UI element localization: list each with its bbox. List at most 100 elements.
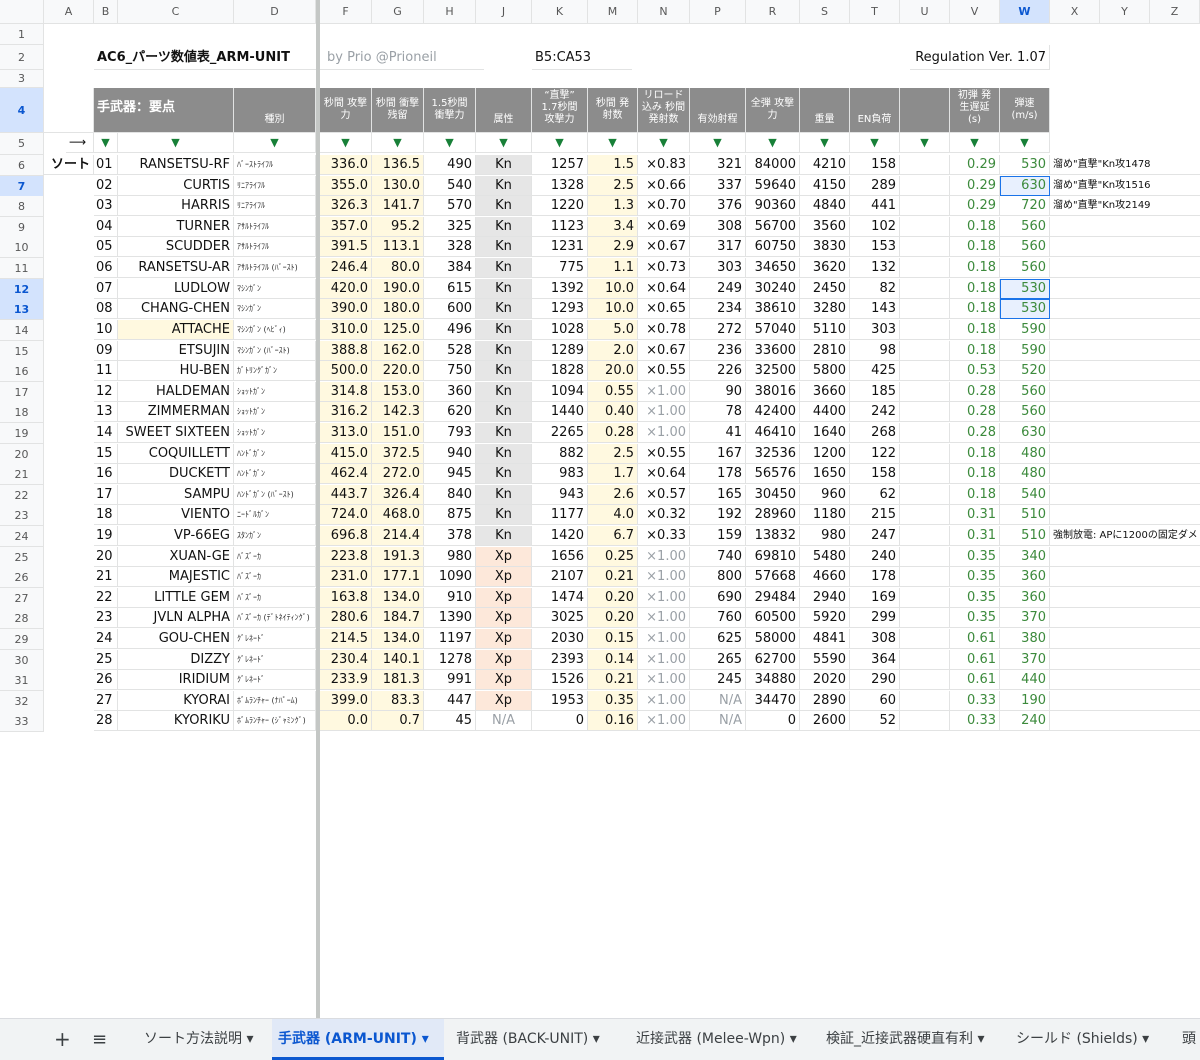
cell-u[interactable] (900, 608, 950, 628)
filter-g-icon[interactable]: ▼ (372, 133, 424, 153)
row-number[interactable]: 5 (0, 133, 44, 155)
cell-u[interactable] (900, 299, 950, 319)
row-number[interactable]: 4 (0, 88, 44, 133)
row-number[interactable]: 11 (0, 258, 44, 279)
row-number[interactable]: 6 (0, 155, 44, 176)
column-header-n[interactable]: N (638, 0, 690, 24)
row-number[interactable]: 21 (0, 464, 44, 485)
row-number[interactable]: 7 (0, 176, 44, 197)
add-sheet-button[interactable]: + (48, 1019, 77, 1060)
filter-j-icon[interactable]: ▼ (476, 133, 532, 153)
cell-u[interactable] (900, 320, 950, 340)
column-header-v[interactable]: V (950, 0, 1000, 24)
cell-u[interactable] (900, 567, 950, 587)
row-number[interactable]: 14 (0, 320, 44, 341)
tab-melee[interactable]: 近接武器 (Melee-Wpn) ▾ (630, 1019, 803, 1060)
row-number[interactable]: 31 (0, 670, 44, 691)
filter-t-icon[interactable]: ▼ (850, 133, 900, 153)
cell-u[interactable] (900, 382, 950, 402)
cell-u[interactable] (900, 505, 950, 525)
filter-k-icon[interactable]: ▼ (532, 133, 588, 153)
row-number[interactable]: 27 (0, 588, 44, 609)
cell-u[interactable] (900, 217, 950, 237)
row-number[interactable]: 22 (0, 485, 44, 506)
row-number[interactable]: 25 (0, 547, 44, 568)
frozen-column-divider[interactable] (316, 0, 320, 1018)
column-header-t[interactable]: T (850, 0, 900, 24)
tab-melee-verify[interactable]: 検証_近接武器硬直有利 ▾ (820, 1019, 990, 1060)
cell-u[interactable] (900, 279, 950, 299)
cell-a4[interactable] (44, 88, 94, 133)
row-number[interactable]: 30 (0, 650, 44, 671)
cell-u[interactable] (900, 588, 950, 608)
tab-sort-help[interactable]: ソート方法説明 ▾ (138, 1019, 259, 1060)
filter-d-icon[interactable]: ▼ (234, 133, 316, 153)
column-header-p[interactable]: P (690, 0, 746, 24)
cell-u[interactable] (900, 176, 950, 196)
row-number[interactable]: 1 (0, 24, 44, 45)
sheet-list-button[interactable]: ≡ (86, 1019, 113, 1060)
column-header-m[interactable]: M (588, 0, 638, 24)
column-header-d[interactable]: D (234, 0, 316, 24)
filter-h-icon[interactable]: ▼ (424, 133, 476, 153)
filter-b-icon[interactable]: ▼ (94, 133, 118, 153)
column-header-k[interactable]: K (532, 0, 588, 24)
filter-r-icon[interactable]: ▼ (746, 133, 800, 153)
row-number[interactable]: 10 (0, 237, 44, 258)
tab-arm-unit[interactable]: 手武器 (ARM-UNIT) ▾ (272, 1019, 444, 1060)
cell-u[interactable] (900, 485, 950, 505)
filter-p-icon[interactable]: ▼ (690, 133, 746, 153)
row-number[interactable]: 16 (0, 361, 44, 382)
filter-v-icon[interactable]: ▼ (950, 133, 1000, 153)
row-number[interactable]: 19 (0, 423, 44, 444)
filter-m-icon[interactable]: ▼ (588, 133, 638, 153)
column-header-a[interactable]: A (44, 0, 94, 24)
cell-u[interactable] (900, 341, 950, 361)
row-number[interactable]: 8 (0, 196, 44, 217)
column-header-w[interactable]: W (1000, 0, 1050, 24)
row-number[interactable]: 29 (0, 629, 44, 650)
cell-u[interactable] (900, 650, 950, 670)
cell-u[interactable] (900, 258, 950, 278)
column-header-c[interactable]: C (118, 0, 234, 24)
cell-u[interactable] (900, 526, 950, 546)
row-number[interactable]: 20 (0, 444, 44, 465)
cell-u[interactable] (900, 691, 950, 711)
cell-u[interactable] (900, 670, 950, 690)
column-header-y[interactable]: Y (1100, 0, 1150, 24)
column-header-r[interactable]: R (746, 0, 800, 24)
row-number[interactable]: 18 (0, 402, 44, 423)
row-number[interactable]: 32 (0, 691, 44, 712)
row-number[interactable]: 28 (0, 608, 44, 629)
filter-s-icon[interactable]: ▼ (800, 133, 850, 153)
cell-u[interactable] (900, 155, 950, 175)
row-number[interactable]: 26 (0, 567, 44, 588)
cell-u[interactable] (900, 237, 950, 257)
row-number[interactable]: 17 (0, 382, 44, 403)
row-number[interactable]: 9 (0, 217, 44, 238)
filter-n-icon[interactable]: ▼ (638, 133, 690, 153)
row-number[interactable]: 24 (0, 526, 44, 547)
column-header-g[interactable]: G (372, 0, 424, 24)
row-number[interactable]: 12 (0, 279, 44, 300)
corner-cell[interactable] (0, 0, 44, 24)
cell-u[interactable] (900, 464, 950, 484)
tab-head[interactable]: 頭 (1176, 1019, 1200, 1060)
row-number[interactable]: 13 (0, 299, 44, 320)
cell-u[interactable] (900, 711, 950, 731)
filter-f-icon[interactable]: ▼ (320, 133, 372, 153)
tab-shields[interactable]: シールド (Shields) ▾ (1010, 1019, 1155, 1060)
column-header-f[interactable]: F (320, 0, 372, 24)
filter-c-icon[interactable]: ▼ (118, 133, 234, 153)
column-header-x[interactable]: X (1050, 0, 1100, 24)
filter-w-icon[interactable]: ▼ (1000, 133, 1050, 153)
row-number[interactable]: 15 (0, 341, 44, 362)
row-number[interactable]: 23 (0, 505, 44, 526)
column-header-j[interactable]: J (476, 0, 532, 24)
column-header-s[interactable]: S (800, 0, 850, 24)
column-header-z[interactable]: Z (1150, 0, 1200, 24)
cell-u[interactable] (900, 444, 950, 464)
cell-u[interactable] (900, 629, 950, 649)
column-header-u[interactable]: U (900, 0, 950, 24)
cell-u[interactable] (900, 361, 950, 381)
